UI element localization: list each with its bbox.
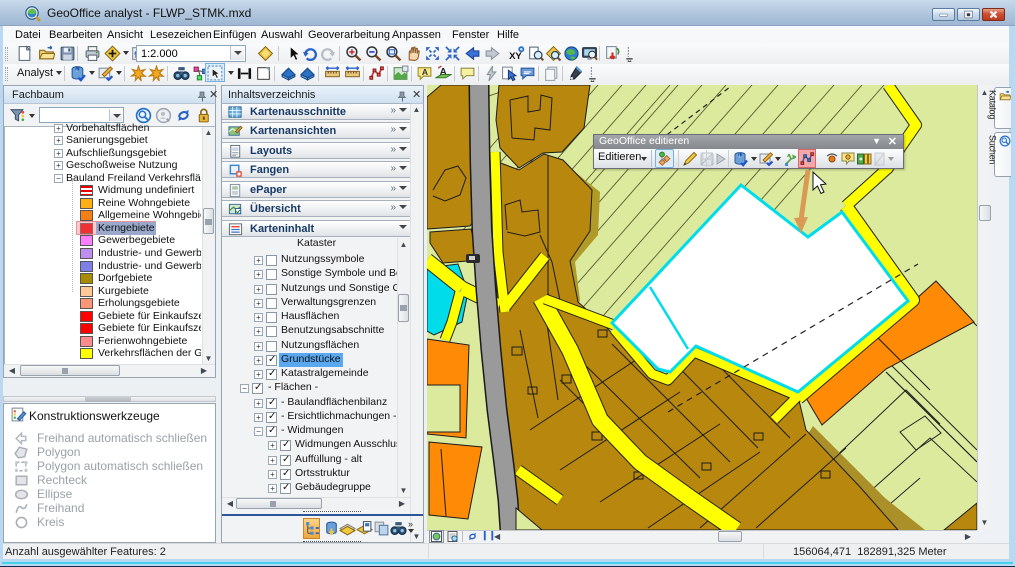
svg-text:i: i <box>739 153 740 159</box>
svg-text:i: i <box>76 68 77 74</box>
svg-text:A: A <box>422 67 428 77</box>
svg-text:XY: XY <box>509 51 522 62</box>
svg-text:A: A <box>440 67 447 78</box>
